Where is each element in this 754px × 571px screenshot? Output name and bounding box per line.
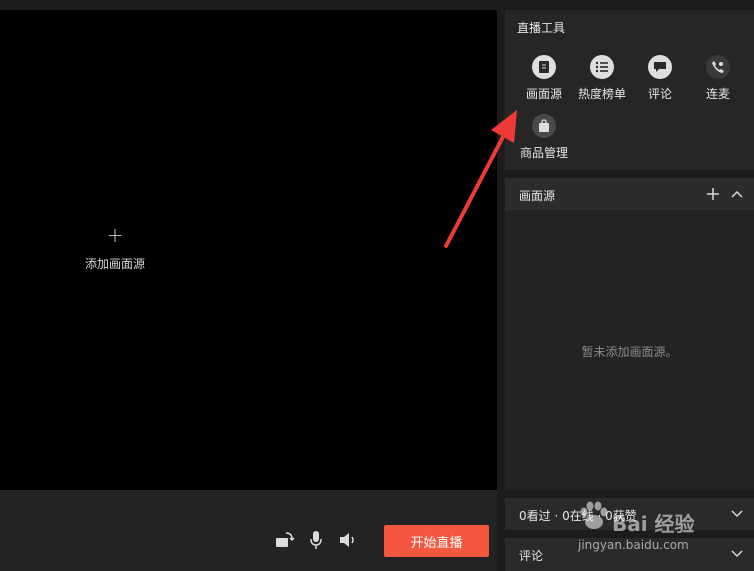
empty-source-message: 暂未添加画面源。 (581, 345, 678, 359)
add-source-button[interactable]: + 添加画面源 (60, 225, 170, 272)
preview-area[interactable]: + 添加画面源 (0, 10, 497, 490)
add-source-plus-icon[interactable] (703, 184, 723, 204)
microphone-icon[interactable] (305, 529, 327, 551)
tool-label: 连麦 (705, 87, 730, 101)
tool-product-management[interactable]: 商品管理 (516, 114, 572, 161)
top-bar (0, 0, 754, 10)
viewer-stats-panel[interactable]: 0看过 · 0在线 · 0获赞 (505, 498, 754, 530)
phone-call-icon (706, 55, 730, 79)
tools-title: 直播工具 (517, 21, 566, 35)
document-icon (532, 55, 556, 79)
tool-heat-ranking[interactable]: 热度榜单 (574, 55, 630, 102)
viewer-stats-text: 0看过 · 0在线 · 0获赞 (519, 509, 637, 523)
list-icon (590, 55, 614, 79)
tool-label: 商品管理 (519, 146, 568, 160)
tool-co-host[interactable]: 连麦 (690, 55, 746, 102)
speaker-icon[interactable] (337, 529, 359, 551)
picture-source-panel: 画面源 暂未添加画面源。 (505, 178, 754, 490)
tool-label: 画面源 (525, 87, 562, 101)
rotate-screen-icon[interactable] (274, 529, 296, 551)
tool-comments[interactable]: 评论 (632, 55, 688, 102)
start-live-button[interactable]: 开始直播 (384, 525, 489, 557)
plus-icon: + (106, 223, 124, 247)
shopping-bag-icon (532, 114, 556, 138)
source-panel-header: 画面源 (505, 178, 754, 210)
tool-label: 评论 (647, 87, 672, 101)
chevron-down-icon[interactable] (727, 504, 747, 524)
live-tools-panel: 直播工具 画面源 热度榜单 评论 连麦 商品管理 (505, 10, 754, 170)
chevron-down-icon[interactable] (727, 544, 747, 564)
comment-panel-title: 评论 (519, 549, 544, 563)
tool-picture-source[interactable]: 画面源 (516, 55, 572, 102)
tool-label: 热度榜单 (577, 87, 626, 101)
chat-bubble-icon (648, 55, 672, 79)
source-panel-title: 画面源 (519, 189, 556, 203)
add-source-label: 添加画面源 (84, 257, 145, 271)
chevron-up-icon[interactable] (727, 184, 747, 204)
comment-panel[interactable]: 评论 (505, 538, 754, 571)
panel-divider (497, 10, 505, 571)
